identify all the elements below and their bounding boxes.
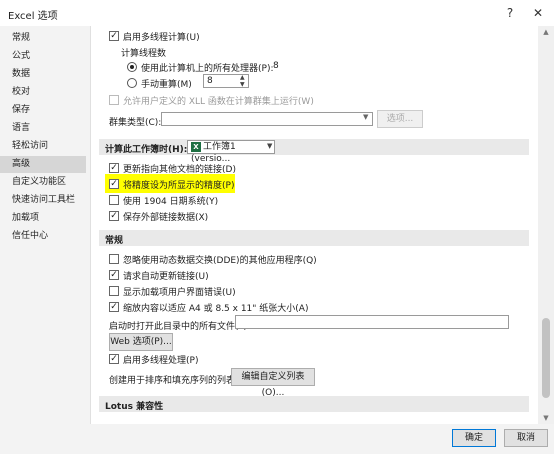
sidebar-item-advanced[interactable]: 高级 xyxy=(0,156,86,173)
sidebar-item-customize-ribbon[interactable]: 自定义功能区 xyxy=(0,174,86,191)
sidebar-item-accessibility[interactable]: 轻松访问 xyxy=(0,138,86,155)
scale-content-checkbox[interactable]: ✓ xyxy=(109,302,119,312)
cluster-type-label: 群集类型(C): xyxy=(109,118,162,128)
chevron-down-icon: ▼ xyxy=(363,113,369,121)
sidebar-item-addins[interactable]: 加载项 xyxy=(0,210,86,227)
help-button[interactable]: ? xyxy=(500,4,520,22)
scroll-down-icon[interactable]: ▼ xyxy=(538,412,554,424)
sidebar-item-save[interactable]: 保存 xyxy=(0,102,86,119)
xll-checkbox[interactable] xyxy=(109,95,119,105)
web-options-button[interactable]: Web 选项(P)... xyxy=(109,333,173,351)
multithread-checkbox[interactable]: ✓ xyxy=(109,31,119,41)
manual-threads-label: 手动重算(M) xyxy=(141,80,192,90)
sidebar-item-proofing[interactable]: 校对 xyxy=(0,84,86,101)
general-header: 常规 xyxy=(105,236,124,246)
general-section: 常规 xyxy=(99,230,529,246)
manual-threads-value: 8 xyxy=(207,76,213,86)
sidebar-item-quick-access[interactable]: 快速访问工具栏 xyxy=(0,192,86,209)
ignore-dde-label: 忽略使用动态数据交换(DDE)的其他应用程序(Q) xyxy=(123,256,317,266)
xll-label: 允许用户定义的 XLL 函数在计算群集上运行(W) xyxy=(123,97,314,107)
sidebar-item-formulas[interactable]: 公式 xyxy=(0,48,86,65)
edit-custom-lists-button[interactable]: 编辑自定义列表(O)... xyxy=(231,368,315,398)
multithread-label: 启用多线程计算(U) xyxy=(123,33,200,43)
sidebar-item-language[interactable]: 语言 xyxy=(0,120,86,137)
custom-lists-label: 创建用于排序和填充序列的列表: xyxy=(109,376,239,386)
dialog-footer: 确定 取消 xyxy=(0,424,554,454)
save-external-label: 保存外部链接数据(X) xyxy=(123,213,209,223)
addin-errors-label: 显示加载项用户界面错误(U) xyxy=(123,288,236,298)
save-external-checkbox[interactable]: ✓ xyxy=(109,211,119,221)
use-all-processors-label: 使用此计算机上的所有处理器(P): xyxy=(141,64,274,74)
precision-checkbox[interactable]: ✓ xyxy=(109,179,119,189)
update-links-checkbox[interactable]: ✓ xyxy=(109,163,119,173)
scroll-up-icon[interactable]: ▲ xyxy=(538,26,554,38)
lotus-section: Lotus 兼容性 xyxy=(99,396,529,412)
sidebar-item-trust-center[interactable]: 信任中心 xyxy=(0,228,86,245)
startup-folder-label: 启动时打开此目录中的所有文件(L): xyxy=(109,322,251,332)
workbook-select[interactable]: X 工作簿1 (versio... xyxy=(187,140,275,164)
multithread-processing-label: 启用多线程处理(P) xyxy=(123,356,199,366)
sidebar: 常规 公式 数据 校对 保存 语言 轻松访问 高级 自定义功能区 快速访问工具栏… xyxy=(0,26,90,454)
ok-button[interactable]: 确定 xyxy=(452,429,496,447)
ask-update-label: 请求自动更新链接(U) xyxy=(123,272,209,282)
chevron-down-icon: ▼ xyxy=(267,142,273,150)
cluster-type-select[interactable] xyxy=(161,112,373,126)
use-all-processors-radio[interactable] xyxy=(127,62,137,72)
window-title: Excel 选项 xyxy=(8,11,58,22)
date1904-label: 使用 1904 日期系统(Y) xyxy=(123,197,219,207)
addin-errors-checkbox[interactable] xyxy=(109,286,119,296)
date1904-checkbox[interactable] xyxy=(109,195,119,205)
lotus-header: Lotus 兼容性 xyxy=(105,402,164,412)
scale-content-label: 缩放内容以适应 A4 或 8.5 x 11" 纸张大小(A) xyxy=(123,304,309,314)
content-scrollbar[interactable]: ▲ ▼ xyxy=(538,26,554,424)
ask-update-checkbox[interactable]: ✓ xyxy=(109,270,119,280)
precision-label: 将精度设为所显示的精度(P) xyxy=(123,181,235,191)
options-content: ✓ 启用多线程计算(U) 计算线程数 使用此计算机上的所有处理器(P): 8 手… xyxy=(90,26,539,424)
excel-icon: X xyxy=(191,141,201,152)
workbook-calc-section: 计算此工作簿时(H): xyxy=(99,139,529,155)
manual-threads-radio[interactable] xyxy=(127,78,137,88)
startup-folder-input[interactable] xyxy=(235,315,509,329)
close-button[interactable]: ✕ xyxy=(528,4,548,22)
thread-count-label: 计算线程数 xyxy=(121,49,167,59)
ignore-dde-checkbox[interactable] xyxy=(109,254,119,264)
cluster-options-button[interactable]: 选项... xyxy=(377,110,423,128)
processor-count: 8 xyxy=(273,61,279,71)
workbook-calc-header: 计算此工作簿时(H): xyxy=(105,145,188,155)
spin-arrows-icon[interactable]: ▲ ▼ xyxy=(240,74,245,88)
cancel-button[interactable]: 取消 xyxy=(504,429,548,447)
scroll-thumb[interactable] xyxy=(542,318,550,398)
sidebar-item-general[interactable]: 常规 xyxy=(0,30,86,47)
sidebar-item-data[interactable]: 数据 xyxy=(0,66,86,83)
title-bar: Excel 选项 ? ✕ xyxy=(0,0,554,26)
multithread-processing-checkbox[interactable]: ✓ xyxy=(109,354,119,364)
